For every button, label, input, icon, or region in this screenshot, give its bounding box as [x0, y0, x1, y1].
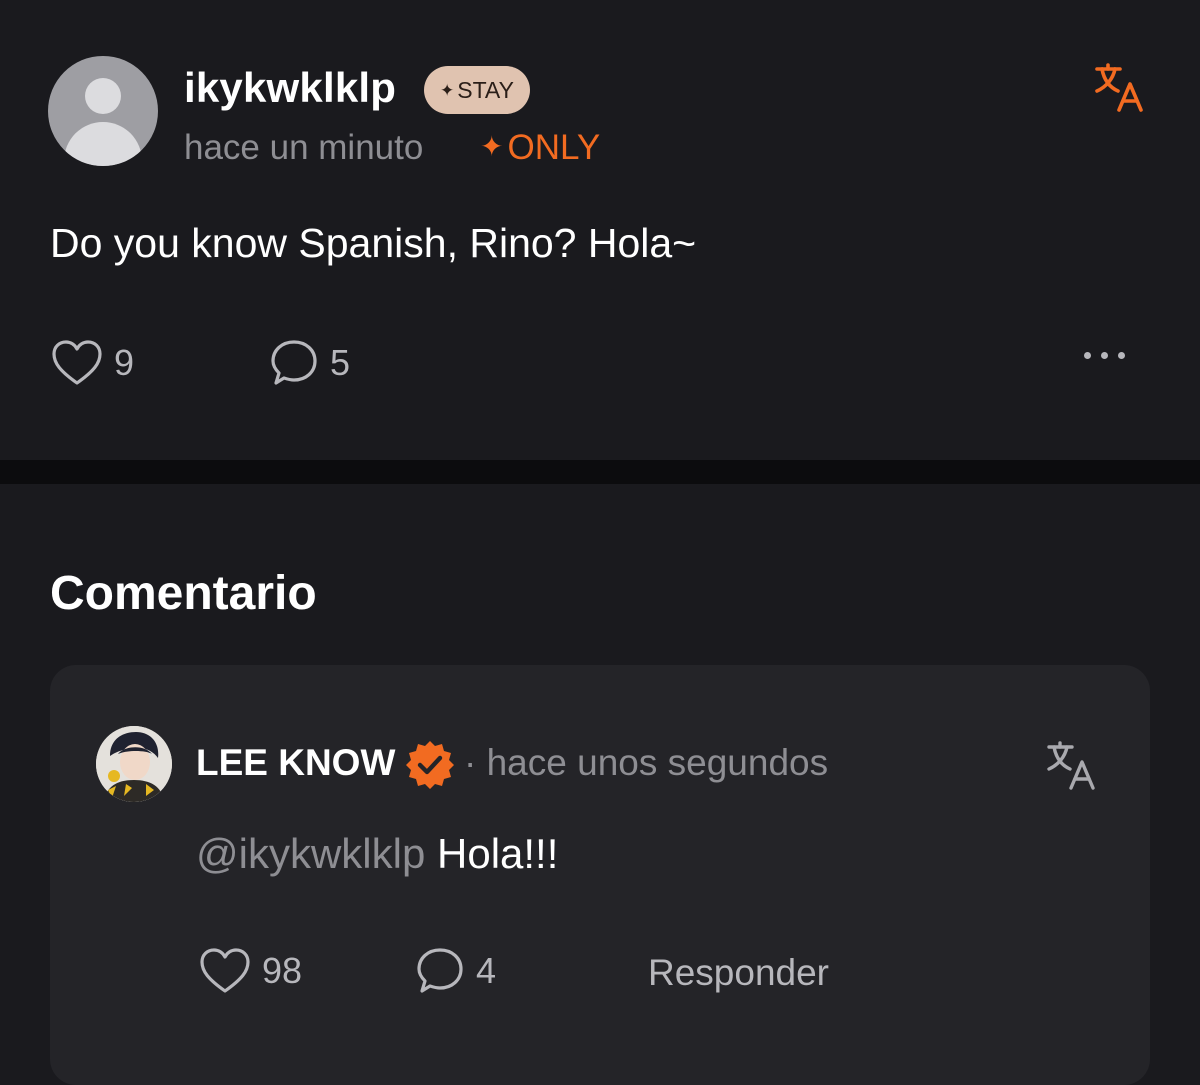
post-like-button[interactable]: 9 [50, 338, 134, 388]
heart-icon [200, 948, 250, 993]
post-comment-count: 5 [330, 342, 351, 383]
comment-bubble-icon [417, 948, 463, 993]
post-like-count: 9 [114, 342, 135, 383]
verified-badge-icon [406, 741, 454, 789]
post-author-username[interactable]: ikykwklklp [184, 64, 396, 112]
post-comment-button[interactable]: 5 [268, 338, 350, 388]
comment-author-avatar[interactable] [96, 726, 172, 802]
stay-membership-badge: ✦ STAY [424, 66, 530, 114]
comment-like-count: 98 [262, 950, 303, 991]
only-star-icon: ✦ [480, 131, 504, 162]
comment-reply-count: 4 [476, 950, 497, 991]
post-timestamp: hace un minuto [184, 128, 424, 167]
badge-label: STAY [457, 77, 514, 103]
translate-icon[interactable] [1092, 60, 1148, 116]
comment-timestamp-text: hace unos segundos [486, 742, 829, 783]
reply-button[interactable]: Responder [648, 952, 829, 994]
comment-like-button[interactable]: 98 [198, 946, 302, 996]
comment-timestamp: · hace unos segundos [464, 742, 828, 784]
comment-text: Hola!!! [437, 830, 559, 877]
post-body-text: Do you know Spanish, Rino? Hola~ [50, 220, 697, 266]
only-label-text: ONLY [507, 128, 601, 167]
comment-replies-button[interactable]: 4 [414, 946, 496, 996]
post-author-avatar[interactable] [48, 56, 158, 166]
comment-author-name[interactable]: LEE KNOW [196, 742, 395, 784]
section-divider [0, 460, 1200, 484]
translate-icon[interactable] [1044, 738, 1100, 794]
comment-body: @ikykwklklp Hola!!! [196, 830, 558, 878]
comments-section-title: Comentario [50, 567, 317, 620]
post-card: ikykwklklp ✦ STAY hace un minuto ✦ ONLY Do… [0, 0, 1200, 460]
heart-icon [52, 340, 102, 385]
comment-mention[interactable]: @ikykwklklp [196, 830, 425, 877]
comment-bubble-icon [271, 340, 317, 385]
timestamp-separator: · [464, 742, 477, 783]
more-dots-icon[interactable] [1084, 352, 1125, 359]
badge-star-icon: ✦ [440, 81, 455, 100]
only-label: ✦ ONLY [480, 128, 600, 168]
